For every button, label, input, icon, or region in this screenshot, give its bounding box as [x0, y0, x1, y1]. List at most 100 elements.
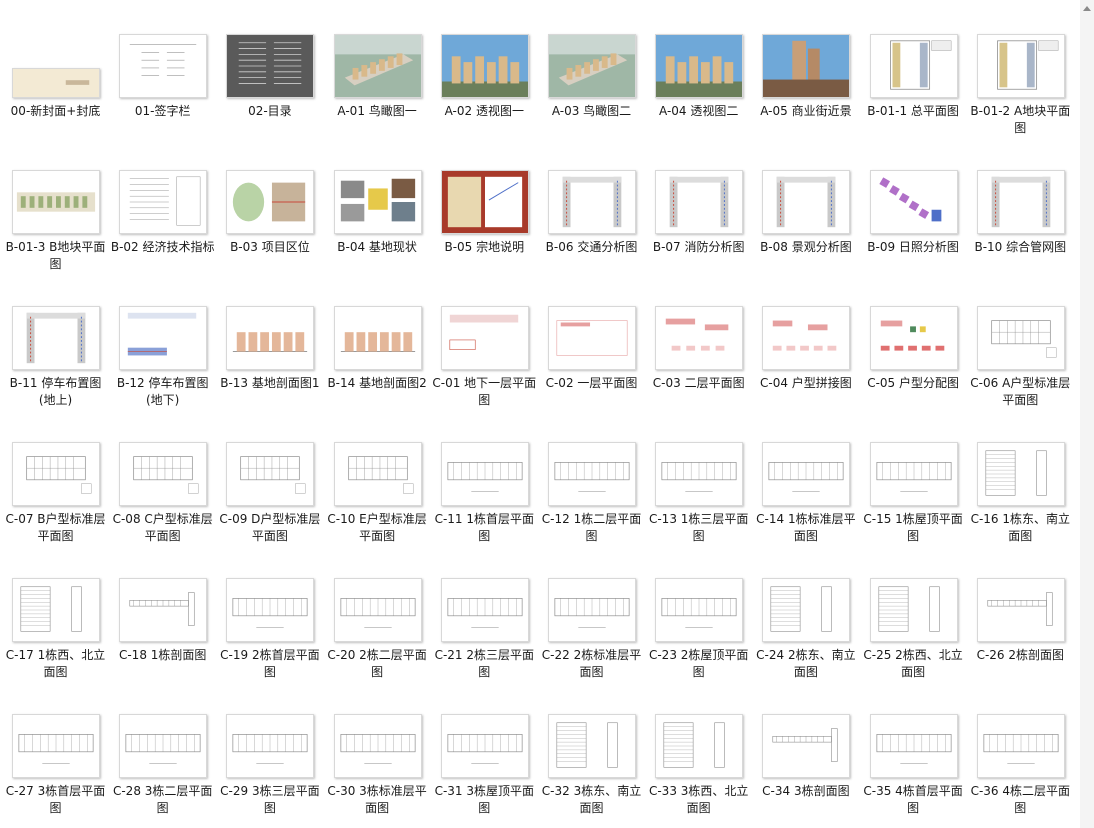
file-thumbnail[interactable]: B-14 基地剖面图2 [324, 274, 431, 410]
thumbnail-frame [119, 714, 208, 778]
thumbnail-frame [440, 34, 529, 98]
page-preview-image [333, 578, 422, 642]
file-thumbnail[interactable]: C-20 2栋二层平面图 [324, 546, 431, 682]
file-thumbnail[interactable]: B-11 停车布置图(地上) [2, 274, 109, 410]
file-thumbnail[interactable]: C-36 4栋二层平面图 [967, 682, 1074, 818]
file-name-label: C-04 户型拼接图 [759, 376, 852, 390]
thumbnail-frame [333, 170, 422, 234]
file-thumbnail[interactable]: C-31 3栋屋顶平面图 [431, 682, 538, 818]
file-thumbnail[interactable]: B-06 交通分析图 [538, 138, 645, 274]
file-thumbnail[interactable]: B-13 基地剖面图1 [216, 274, 323, 410]
file-thumbnail[interactable]: B-02 经济技术指标 [109, 138, 216, 274]
file-thumbnail[interactable]: C-01 地下一层平面图 [431, 274, 538, 410]
file-thumbnail[interactable]: B-01-3 B地块平面图 [2, 138, 109, 274]
file-thumbnail[interactable]: C-11 1栋首层平面图 [431, 410, 538, 546]
file-thumbnail[interactable]: C-28 3栋二层平面图 [109, 682, 216, 818]
file-thumbnail[interactable]: C-22 2栋标准层平面图 [538, 546, 645, 682]
file-name-label: C-33 3栋西、北立面图 [648, 784, 749, 815]
file-name-label: C-10 E户型标准层平面图 [327, 512, 427, 543]
file-thumbnail[interactable]: A-03 鸟瞰图二 [538, 2, 645, 138]
page-preview-image [440, 306, 529, 370]
file-name-label: C-31 3栋屋顶平面图 [434, 784, 535, 815]
file-thumbnail[interactable]: C-21 2栋三层平面图 [431, 546, 538, 682]
file-name-label: C-26 2栋剖面图 [976, 648, 1065, 662]
file-thumbnail[interactable]: B-01-2 A地块平面图 [967, 2, 1074, 138]
file-thumbnail[interactable]: C-07 B户型标准层平面图 [2, 410, 109, 546]
page-preview-image [548, 170, 636, 234]
thumbnail-frame [655, 578, 744, 642]
thumbnail-frame [12, 714, 100, 778]
file-thumbnail[interactable]: C-10 E户型标准层平面图 [324, 410, 431, 546]
scroll-up-arrow-icon[interactable] [1083, 6, 1091, 11]
page-preview-image [226, 34, 315, 98]
file-thumbnail[interactable]: C-02 一层平面图 [538, 274, 645, 410]
page-preview-image [869, 170, 958, 234]
file-thumbnail[interactable]: C-24 2栋东、南立面图 [752, 546, 859, 682]
page-preview-image [12, 68, 100, 98]
file-thumbnail[interactable]: C-16 1栋东、南立面图 [967, 410, 1074, 546]
page-preview-image [976, 442, 1065, 506]
file-thumbnail[interactable]: C-17 1栋西、北立面图 [2, 546, 109, 682]
file-thumbnail[interactable]: C-19 2栋首层平面图 [216, 546, 323, 682]
file-name-label: C-08 C户型标准层平面图 [112, 512, 213, 543]
file-thumbnail[interactable]: A-01 鸟瞰图一 [324, 2, 431, 138]
page-preview-image [869, 34, 958, 98]
file-thumbnail[interactable]: C-26 2栋剖面图 [967, 546, 1074, 682]
file-thumbnail[interactable]: C-27 3栋首层平面图 [2, 682, 109, 818]
page-preview-image [976, 34, 1065, 98]
file-thumbnail[interactable]: B-10 综合管网图 [967, 138, 1074, 274]
file-thumbnail[interactable]: 02-目录 [216, 2, 323, 138]
thumbnail-frame [226, 578, 315, 642]
file-thumbnail[interactable]: B-07 消防分析图 [645, 138, 752, 274]
file-thumbnail[interactable]: C-35 4栋首层平面图 [860, 682, 967, 818]
file-thumbnail[interactable]: C-18 1栋剖面图 [109, 546, 216, 682]
vertical-scrollbar[interactable] [1080, 0, 1094, 828]
file-thumbnail[interactable]: C-15 1栋屋顶平面图 [860, 410, 967, 546]
file-name-label: C-25 2栋西、北立面图 [863, 648, 963, 679]
file-thumbnail[interactable]: C-08 C户型标准层平面图 [109, 410, 216, 546]
file-thumbnail[interactable]: A-02 透视图一 [431, 2, 538, 138]
file-thumbnail[interactable]: C-23 2栋屋顶平面图 [645, 546, 752, 682]
file-thumbnail[interactable]: C-34 3栋剖面图 [752, 682, 859, 818]
file-thumbnail[interactable]: A-05 商业街近景 [752, 2, 859, 138]
thumbnail-frame [440, 578, 529, 642]
file-thumbnail[interactable]: C-13 1栋三层平面图 [645, 410, 752, 546]
file-browser-viewport: 00-新封面+封底 01-签字栏 02-目录 A-01 鸟瞰图一 A-02 透视图一 A-… [0, 0, 1094, 828]
file-name-label: C-05 户型分配图 [867, 376, 959, 390]
file-thumbnail[interactable]: 00-新封面+封底 [2, 2, 109, 138]
file-thumbnail[interactable]: B-03 项目区位 [216, 138, 323, 274]
file-name-label: C-07 B户型标准层平面图 [5, 512, 106, 543]
page-preview-image [226, 442, 315, 506]
file-thumbnail[interactable]: C-05 户型分配图 [860, 274, 967, 410]
page-preview-image [440, 170, 529, 234]
file-thumbnail[interactable]: C-12 1栋二层平面图 [538, 410, 645, 546]
page-preview-image [12, 442, 100, 506]
file-name-label: C-23 2栋屋顶平面图 [648, 648, 749, 679]
file-thumbnail[interactable]: B-08 景观分析图 [752, 138, 859, 274]
file-thumbnail[interactable]: C-25 2栋西、北立面图 [860, 546, 967, 682]
file-thumbnail[interactable]: C-32 3栋东、南立面图 [538, 682, 645, 818]
file-thumbnail[interactable]: 01-签字栏 [109, 2, 216, 138]
thumbnail-frame [548, 578, 636, 642]
file-thumbnail[interactable]: C-03 二层平面图 [645, 274, 752, 410]
file-thumbnail[interactable]: C-04 户型拼接图 [752, 274, 859, 410]
page-preview-image [333, 34, 422, 98]
file-thumbnail[interactable]: C-09 D户型标准层平面图 [216, 410, 323, 546]
file-thumbnail[interactable]: B-12 停车布置图(地下) [109, 274, 216, 410]
file-thumbnail[interactable]: C-14 1栋标准层平面图 [752, 410, 859, 546]
thumbnail-frame [869, 442, 958, 506]
thumbnail-frame [226, 34, 315, 98]
file-thumbnail[interactable]: B-09 日照分析图 [860, 138, 967, 274]
file-thumbnail[interactable]: B-04 基地现状 [324, 138, 431, 274]
thumbnail-frame [655, 714, 744, 778]
file-thumbnail[interactable]: C-29 3栋三层平面图 [216, 682, 323, 818]
file-thumbnail[interactable]: B-01-1 总平面图 [860, 2, 967, 138]
file-name-label: C-29 3栋三层平面图 [220, 784, 320, 815]
thumbnail-frame [119, 34, 208, 98]
file-thumbnail[interactable]: C-30 3栋标准层平面图 [324, 682, 431, 818]
file-thumbnail[interactable]: C-33 3栋西、北立面图 [645, 682, 752, 818]
file-thumbnail[interactable]: C-06 A户型标准层平面图 [967, 274, 1074, 410]
file-thumbnail[interactable]: A-04 透视图二 [645, 2, 752, 138]
file-name-label: C-15 1栋屋顶平面图 [863, 512, 963, 543]
file-thumbnail[interactable]: B-05 宗地说明 [431, 138, 538, 274]
